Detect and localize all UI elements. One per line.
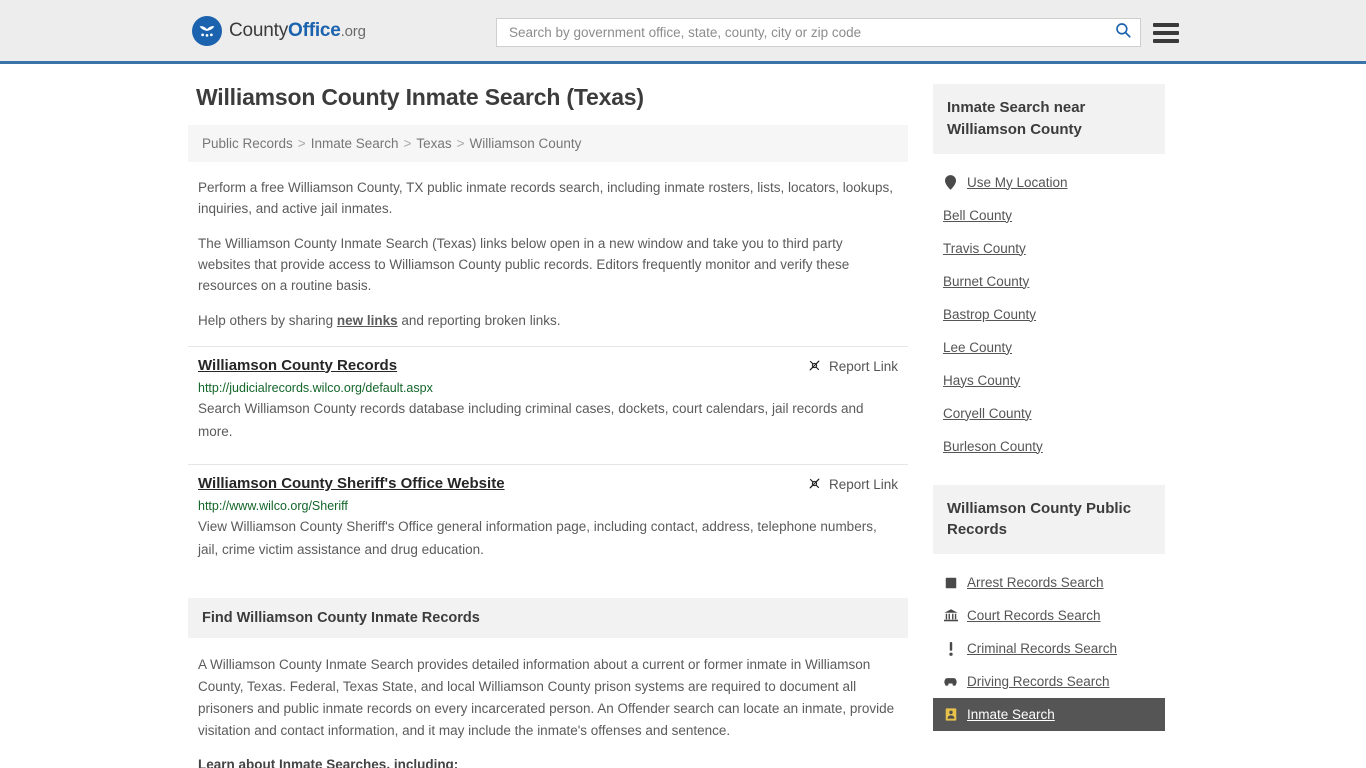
sidebar-item-use-my-location[interactable]: Use My Location bbox=[933, 166, 1165, 199]
content-container: Williamson County Inmate Search (Texas) … bbox=[188, 84, 1178, 768]
breadcrumb: Public Records > Inmate Search > Texas > Willi… bbox=[188, 125, 908, 162]
sidebar-item-label[interactable]: Travis County bbox=[943, 241, 1026, 256]
logo-text-county: County bbox=[229, 19, 289, 41]
result-url[interactable]: http://judicialrecords.wilco.org/default… bbox=[198, 381, 898, 395]
courthouse-icon bbox=[943, 609, 958, 622]
fingerprint-card-icon bbox=[943, 577, 958, 589]
sidebar-item-label[interactable]: Bastrop County bbox=[943, 307, 1036, 322]
result-description: Search Williamson County records databas… bbox=[198, 400, 864, 440]
menu-hamburger-icon[interactable] bbox=[1153, 22, 1179, 43]
result-header: Williamson County Sheriff's Office Websi… bbox=[198, 475, 898, 494]
share-suffix-text: and reporting broken links. bbox=[397, 312, 561, 328]
sidebar-item-label[interactable]: Hays County bbox=[943, 373, 1020, 388]
sidebar-item-inmate-search[interactable]: Inmate Search bbox=[933, 698, 1165, 731]
breadcrumb-item-public-records[interactable]: Public Records bbox=[202, 136, 293, 151]
search-input[interactable] bbox=[507, 24, 1114, 41]
hamburger-bar bbox=[1153, 38, 1179, 43]
sidebar-item-label[interactable]: Criminal Records Search bbox=[967, 641, 1117, 656]
result-title-link[interactable]: Williamson County Sheriff's Office Websi… bbox=[198, 475, 505, 492]
sidebar-nearby-list: Use My Location Bell County Travis Count… bbox=[933, 166, 1165, 463]
sidebar-item-label[interactable]: Inmate Search bbox=[967, 707, 1055, 722]
result-header: Williamson County Records Report Link bbox=[198, 357, 898, 376]
sidebar-item-court-records-search[interactable]: Court Records Search bbox=[933, 599, 1165, 632]
broken-link-icon bbox=[807, 358, 822, 376]
hamburger-bar bbox=[1153, 22, 1179, 27]
sidebar-item-criminal-records-search[interactable]: Criminal Records Search bbox=[933, 632, 1165, 665]
search-box[interactable] bbox=[496, 18, 1141, 47]
breadcrumb-separator-icon: > bbox=[456, 136, 465, 151]
breadcrumb-item-inmate-search[interactable]: Inmate Search bbox=[311, 136, 399, 151]
result-description: View Williamson County Sheriff's Office … bbox=[198, 518, 877, 558]
result-item: Williamson County Records Report Link ht… bbox=[188, 345, 908, 458]
county-office-emblem-icon bbox=[192, 15, 222, 46]
sidebar-public-records-list: Arrest Records Search Court Records Sear… bbox=[933, 566, 1165, 731]
sidebar-item-label[interactable]: Burleson County bbox=[943, 439, 1043, 454]
logo-wordmark: CountyOffice.org bbox=[229, 20, 366, 42]
sidebar-item-label[interactable]: Bell County bbox=[943, 208, 1012, 223]
map-pin-icon bbox=[943, 174, 958, 190]
header-search-area bbox=[496, 18, 1179, 47]
result-url[interactable]: http://www.wilco.org/Sheriff bbox=[198, 499, 898, 513]
report-link-label: Report Link bbox=[828, 359, 898, 375]
section-body-paragraph: A Williamson County Inmate Search provid… bbox=[198, 657, 895, 738]
sidebar-item-label[interactable]: Court Records Search bbox=[967, 608, 1101, 623]
site-logo[interactable]: CountyOffice.org bbox=[192, 15, 366, 46]
sidebar-heading-nearby: Inmate Search near Williamson County bbox=[933, 84, 1165, 154]
site-header: CountyOffice.org bbox=[0, 0, 1366, 64]
hamburger-bar bbox=[1153, 30, 1179, 35]
sidebar-item-label[interactable]: Coryell County bbox=[943, 406, 1032, 421]
sidebar-item-bastrop-county[interactable]: Bastrop County bbox=[933, 298, 1165, 331]
sidebar-item-label[interactable]: Arrest Records Search bbox=[967, 575, 1104, 590]
breadcrumb-item-williamson-county[interactable]: Williamson County bbox=[470, 136, 582, 151]
sidebar-item-driving-records-search[interactable]: Driving Records Search bbox=[933, 665, 1165, 698]
sidebar-item-arrest-records-search[interactable]: Arrest Records Search bbox=[933, 566, 1165, 599]
page-body: Williamson County Inmate Search (Texas) … bbox=[0, 64, 1366, 768]
sidebar-item-burnet-county[interactable]: Burnet County bbox=[933, 265, 1165, 298]
main-column: Williamson County Inmate Search (Texas) … bbox=[188, 84, 908, 768]
logo-text-office: Office bbox=[288, 19, 341, 41]
exclamation-icon bbox=[943, 641, 958, 656]
inmate-id-icon bbox=[943, 708, 958, 721]
breadcrumb-separator-icon: > bbox=[403, 136, 412, 151]
sidebar-item-travis-county[interactable]: Travis County bbox=[933, 232, 1165, 265]
section-heading-find-records: Find Williamson County Inmate Records bbox=[188, 598, 908, 639]
intro-paragraph-2: The Williamson County Inmate Search (Tex… bbox=[198, 235, 850, 293]
report-link-button[interactable]: Report Link bbox=[807, 357, 898, 376]
breadcrumb-item-texas[interactable]: Texas bbox=[416, 136, 451, 151]
sidebar-item-label[interactable]: Lee County bbox=[943, 340, 1012, 355]
learn-about-heading: Learn about Inmate Searches, including: bbox=[198, 757, 459, 768]
intro-paragraph-1: Perform a free Williamson County, TX pub… bbox=[198, 180, 894, 216]
breadcrumb-separator-icon: > bbox=[297, 136, 306, 151]
sidebar-item-coryell-county[interactable]: Coryell County bbox=[933, 397, 1165, 430]
share-prefix-text: Help others by sharing bbox=[198, 312, 337, 328]
report-link-button[interactable]: Report Link bbox=[807, 475, 898, 494]
sidebar-item-label[interactable]: Use My Location bbox=[967, 175, 1068, 190]
sidebar-item-hays-county[interactable]: Hays County bbox=[933, 364, 1165, 397]
sidebar-heading-public-records: Williamson County Public Records bbox=[933, 484, 1165, 554]
sidebar-item-label[interactable]: Driving Records Search bbox=[967, 674, 1110, 689]
broken-link-icon bbox=[807, 476, 822, 494]
search-icon[interactable] bbox=[1114, 21, 1132, 44]
sidebar-item-bell-county[interactable]: Bell County bbox=[933, 199, 1165, 232]
sidebar-item-lee-county[interactable]: Lee County bbox=[933, 331, 1165, 364]
new-links-link[interactable]: new links bbox=[337, 313, 398, 328]
sidebar-item-label[interactable]: Burnet County bbox=[943, 274, 1029, 289]
sidebar: Inmate Search near Williamson County Use… bbox=[933, 84, 1165, 753]
car-icon bbox=[943, 676, 958, 687]
result-item: Williamson County Sheriff's Office Websi… bbox=[188, 463, 908, 576]
logo-text-org: .org bbox=[340, 22, 366, 40]
share-links-paragraph: Help others by sharing new links and rep… bbox=[188, 311, 908, 332]
result-title-link[interactable]: Williamson County Records bbox=[198, 357, 397, 374]
sidebar-item-burleson-county[interactable]: Burleson County bbox=[933, 430, 1165, 463]
page-title: Williamson County Inmate Search (Texas) bbox=[196, 84, 644, 110]
report-link-label: Report Link bbox=[828, 477, 898, 493]
